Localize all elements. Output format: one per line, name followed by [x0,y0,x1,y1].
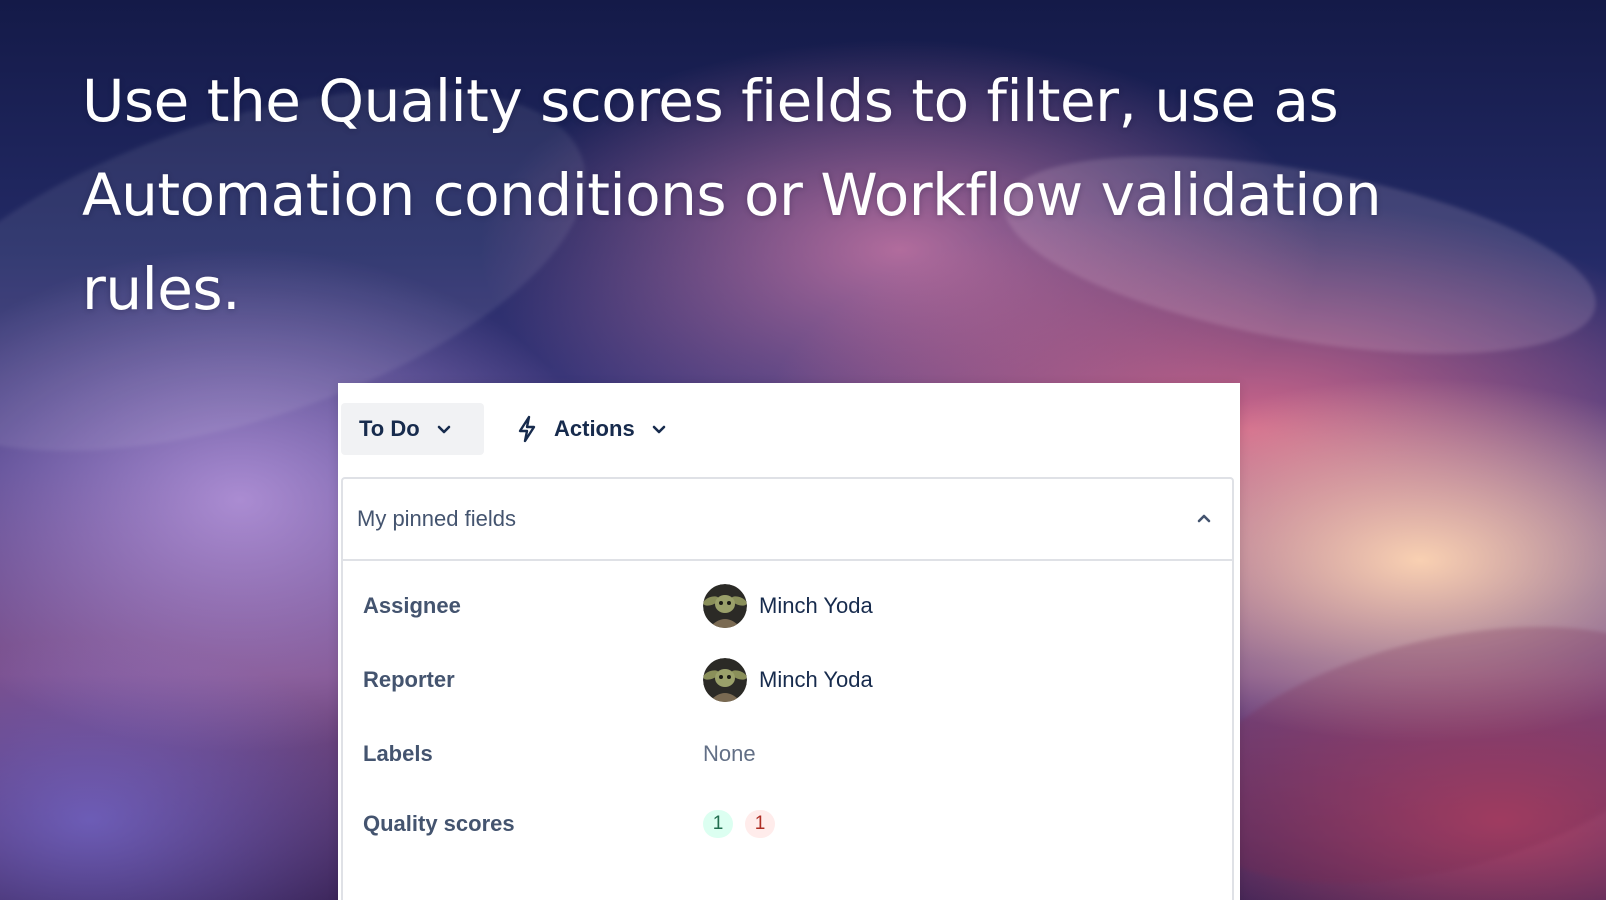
pinned-fields-header[interactable]: My pinned fields [343,479,1232,561]
field-label: Assignee [363,593,461,618]
field-label: Quality scores [363,811,515,836]
assignee-value[interactable]: Minch Yoda [703,584,873,628]
quality-score-badge-good[interactable]: 1 [703,810,733,838]
field-row-reporter: Reporter Minch Yoda [363,655,873,705]
quality-scores-value[interactable]: 1 1 [703,810,787,838]
chevron-down-icon [652,425,665,434]
lightning-bolt-icon [518,415,536,443]
field-label: Labels [363,741,433,766]
field-label: Reporter [363,667,455,692]
status-label: To Do [359,416,420,441]
pinned-fields-section: My pinned fields Assignee Minch Yoda Rep… [341,477,1234,900]
issue-panel: To Do Actions My pinned fields Assignee … [338,383,1240,900]
yoda-avatar [703,658,747,702]
status-dropdown-button[interactable]: To Do [341,403,484,455]
chevron-up-icon[interactable] [1196,511,1212,527]
labels-value[interactable]: None [703,741,756,767]
assignee-name: Minch Yoda [759,593,873,618]
reporter-value[interactable]: Minch Yoda [703,658,873,702]
field-row-labels: Labels None [363,729,756,779]
quality-score-badge-bad[interactable]: 1 [745,810,775,838]
pinned-fields-title: My pinned fields [357,506,516,531]
issue-toolbar: To Do Actions [341,403,667,455]
slide-background: Use the Quality scores fields to filter,… [0,0,1606,900]
reporter-name: Minch Yoda [759,667,873,692]
field-row-assignee: Assignee Minch Yoda [363,581,873,631]
yoda-avatar [703,584,747,628]
chevron-down-icon [437,425,450,434]
slide-headline: Use the Quality scores fields to filter,… [82,67,1382,323]
field-row-quality-scores: Quality scores 1 1 [363,799,787,849]
actions-dropdown-button[interactable]: Actions [516,403,667,455]
actions-label: Actions [554,416,635,441]
